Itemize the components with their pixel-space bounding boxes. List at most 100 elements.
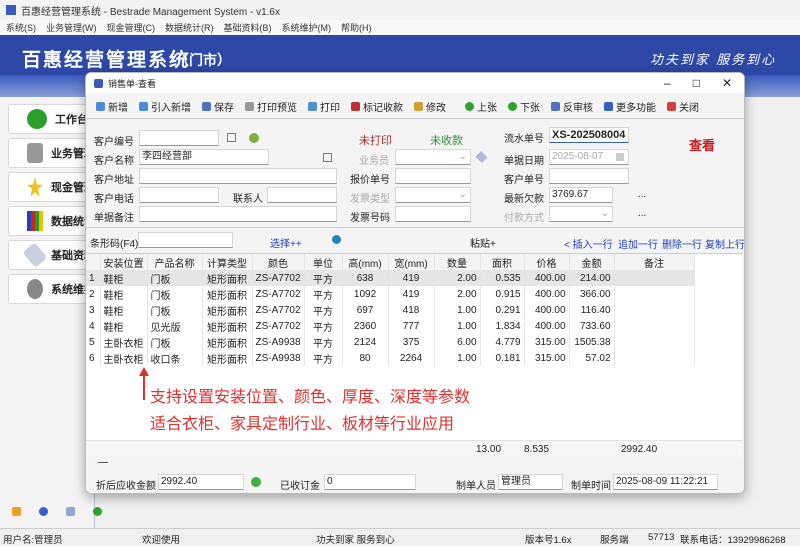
search-icon[interactable]: [227, 133, 236, 142]
save-button[interactable]: 保存: [202, 99, 234, 114]
table-cell[interactable]: 平方: [304, 318, 343, 334]
column-header[interactable]: 高(mm): [342, 254, 389, 270]
remark-input[interactable]: [139, 206, 337, 222]
table-cell[interactable]: 2124: [342, 334, 389, 350]
select-link[interactable]: 选择++: [270, 235, 302, 250]
table-cell[interactable]: 3: [86, 302, 101, 318]
table-cell[interactable]: 697: [342, 302, 389, 318]
deposit-input[interactable]: 0: [324, 474, 416, 490]
menu-basic[interactable]: 基础资料(B): [224, 21, 272, 34]
scrollbar-handle[interactable]: [98, 462, 108, 463]
paste-button[interactable]: 粘贴+: [470, 235, 496, 250]
table-row[interactable]: 6 主卧衣柜 收口条 矩形面积 ZS-A9938 平方 80 2264 1.00 0.181 315…: [86, 350, 695, 366]
table-cell[interactable]: 214.00: [569, 270, 615, 286]
back-icon[interactable]: [93, 507, 102, 516]
menu-business[interactable]: 业务管理(W): [46, 21, 97, 34]
table-cell[interactable]: 5: [86, 334, 101, 350]
table-cell[interactable]: 80: [342, 350, 389, 366]
table-cell[interactable]: 1.00: [434, 350, 481, 366]
table-cell[interactable]: 1: [86, 270, 101, 286]
table-cell[interactable]: 2: [86, 286, 101, 302]
table-row[interactable]: 3 鞋柜 门板 矩形面积 ZS-A7702 平方 697 418 1.00 0.291 400.00…: [86, 302, 695, 318]
table-row[interactable]: 2 鞋柜 门板 矩形面积 ZS-A7702 平方 1092 419 2.00 0.915 400.0…: [86, 286, 695, 302]
table-cell[interactable]: 2.00: [434, 270, 481, 286]
table-cell[interactable]: 主卧衣柜: [100, 334, 148, 350]
table-cell[interactable]: 矩形面积: [202, 318, 253, 334]
delete-row-link[interactable]: 删除一行: [662, 236, 702, 251]
column-header[interactable]: 单位: [304, 254, 343, 270]
table-cell[interactable]: [614, 286, 695, 302]
phone-input[interactable]: [139, 187, 219, 203]
table-cell[interactable]: 矩形面积: [202, 334, 253, 350]
table-cell[interactable]: 1.00: [434, 302, 481, 318]
prev-button[interactable]: 上张: [465, 99, 497, 114]
table-cell[interactable]: 矩形面积: [202, 350, 253, 366]
print-button[interactable]: 打印: [308, 99, 340, 114]
table-cell[interactable]: 2.00: [434, 286, 481, 302]
column-header[interactable]: 数量: [434, 254, 481, 270]
nav-basic[interactable]: 基础资料: [8, 240, 96, 270]
table-cell[interactable]: 见光版: [147, 318, 203, 334]
unapprove-button[interactable]: 反审核: [551, 99, 593, 114]
table-cell[interactable]: ZS-A9938: [252, 350, 305, 366]
table-cell[interactable]: 鞋柜: [100, 270, 148, 286]
table-cell[interactable]: ZS-A7702: [252, 302, 305, 318]
maximize-button[interactable]: □: [693, 73, 700, 93]
column-header[interactable]: 安装位置: [100, 254, 148, 270]
quote-no-input[interactable]: [395, 168, 471, 184]
column-header[interactable]: 面积: [480, 254, 525, 270]
more-dots-button[interactable]: ...: [638, 208, 646, 219]
customer-name-input[interactable]: 李四经营部: [139, 149, 269, 165]
table-cell[interactable]: 0.181: [480, 350, 525, 366]
column-header[interactable]: 宽(mm): [388, 254, 435, 270]
table-row[interactable]: 1 鞋柜 门板 矩形面积 ZS-A7702 平方 638 419 2.00 0.535 400.00…: [86, 270, 695, 286]
due-input[interactable]: 2992.40: [158, 474, 244, 490]
table-cell[interactable]: 鞋柜: [100, 302, 148, 318]
contact-input[interactable]: [267, 187, 337, 203]
table-cell[interactable]: 平方: [304, 270, 343, 286]
table-cell[interactable]: 平方: [304, 350, 343, 366]
table-cell[interactable]: 鞋柜: [100, 286, 148, 302]
table-cell[interactable]: 1092: [342, 286, 389, 302]
search-icon[interactable]: [66, 507, 75, 516]
nav-workbench[interactable]: 工作台: [8, 104, 96, 134]
table-cell[interactable]: 733.60: [569, 318, 615, 334]
table-cell[interactable]: 4.779: [480, 334, 525, 350]
pay-method-select[interactable]: ⌄: [549, 206, 613, 222]
table-cell[interactable]: 鞋柜: [100, 318, 148, 334]
table-cell[interactable]: 315.00: [524, 350, 570, 366]
table-cell[interactable]: 矩形面积: [202, 302, 253, 318]
table-cell[interactable]: 6.00: [434, 334, 481, 350]
table-cell[interactable]: 419: [388, 286, 435, 302]
invoice-type-select[interactable]: ⌄: [395, 187, 471, 203]
table-cell[interactable]: 0.915: [480, 286, 525, 302]
edit-button[interactable]: 修改: [414, 99, 446, 114]
column-header[interactable]: 计算类型: [202, 254, 253, 270]
table-cell[interactable]: ZS-A7702: [252, 318, 305, 334]
table-cell[interactable]: 4: [86, 318, 101, 334]
table-cell[interactable]: 116.40: [569, 302, 615, 318]
column-header[interactable]: 价格: [524, 254, 570, 270]
table-cell[interactable]: 1.834: [480, 318, 525, 334]
import-new-button[interactable]: 引入新增: [139, 99, 191, 114]
table-cell[interactable]: 0.535: [480, 270, 525, 286]
table-cell[interactable]: 400.00: [524, 318, 570, 334]
table-cell[interactable]: 2360: [342, 318, 389, 334]
time-input[interactable]: 2025-08-09 11:22:21: [613, 474, 718, 490]
table-cell[interactable]: 1.00: [434, 318, 481, 334]
nav-cash[interactable]: 现金管理: [8, 172, 96, 202]
table-cell[interactable]: 门板: [147, 286, 203, 302]
key-icon[interactable]: [12, 507, 21, 516]
table-cell[interactable]: ZS-A7702: [252, 270, 305, 286]
clock-icon[interactable]: [39, 507, 48, 516]
table-cell[interactable]: [614, 270, 695, 286]
table-cell[interactable]: 777: [388, 318, 435, 334]
nav-stats[interactable]: 数据统计: [8, 206, 96, 236]
more-button[interactable]: 更多功能: [604, 99, 656, 114]
table-cell[interactable]: 矩形面积: [202, 286, 253, 302]
table-cell[interactable]: 375: [388, 334, 435, 350]
next-button[interactable]: 下张: [508, 99, 540, 114]
table-cell[interactable]: 收口条: [147, 350, 203, 366]
table-cell[interactable]: 平方: [304, 334, 343, 350]
address-input[interactable]: [139, 168, 337, 184]
